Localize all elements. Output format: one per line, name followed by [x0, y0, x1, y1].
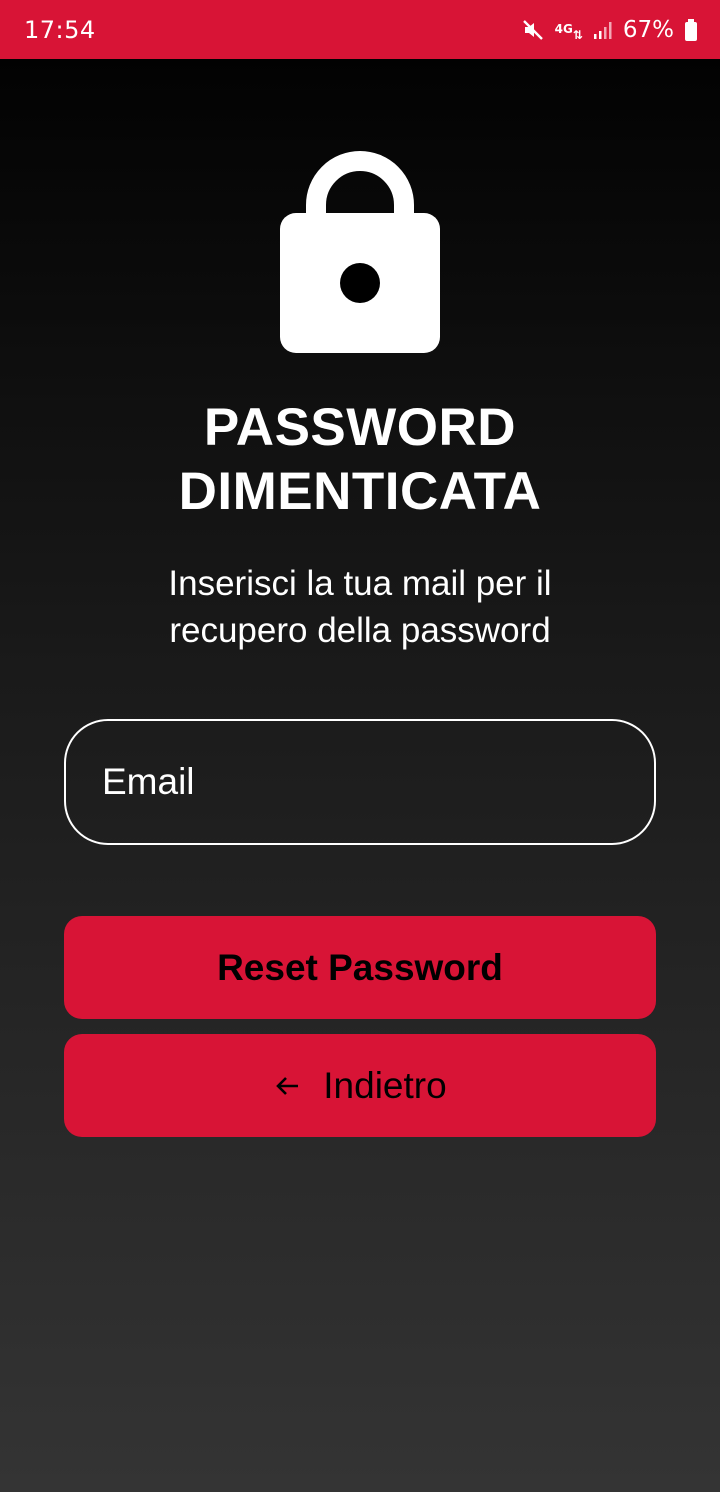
reset-password-label: Reset Password	[217, 946, 503, 988]
back-label: Indietro	[323, 1064, 447, 1106]
back-button[interactable]: Indietro	[64, 1034, 656, 1137]
subtitle-line-2: recupero della password	[169, 611, 551, 650]
status-icons: 4G ⇅ 67%	[521, 17, 698, 43]
arrow-left-icon	[273, 1072, 301, 1100]
network-type: 4G ⇅	[554, 22, 583, 42]
email-field[interactable]: Email	[64, 719, 656, 845]
lock-icon	[278, 143, 442, 355]
status-time: 17:54	[24, 15, 96, 44]
signal-icon	[593, 20, 613, 40]
status-bar: 17:54 4G ⇅ 67%	[0, 0, 720, 59]
page-title: PASSWORD DIMENTICATA	[0, 396, 720, 524]
battery-icon	[684, 18, 698, 42]
email-placeholder: Email	[102, 761, 195, 802]
title-line-1: PASSWORD	[203, 398, 517, 457]
subtitle-line-1: Inserisci la tua mail per il	[168, 564, 552, 603]
page-subtitle: Inserisci la tua mail per il recupero de…	[110, 560, 610, 654]
title-line-2: DIMENTICATA	[178, 462, 542, 521]
battery-percentage: 67%	[622, 16, 674, 43]
reset-password-button[interactable]: Reset Password	[64, 916, 656, 1019]
mute-icon	[521, 18, 545, 42]
